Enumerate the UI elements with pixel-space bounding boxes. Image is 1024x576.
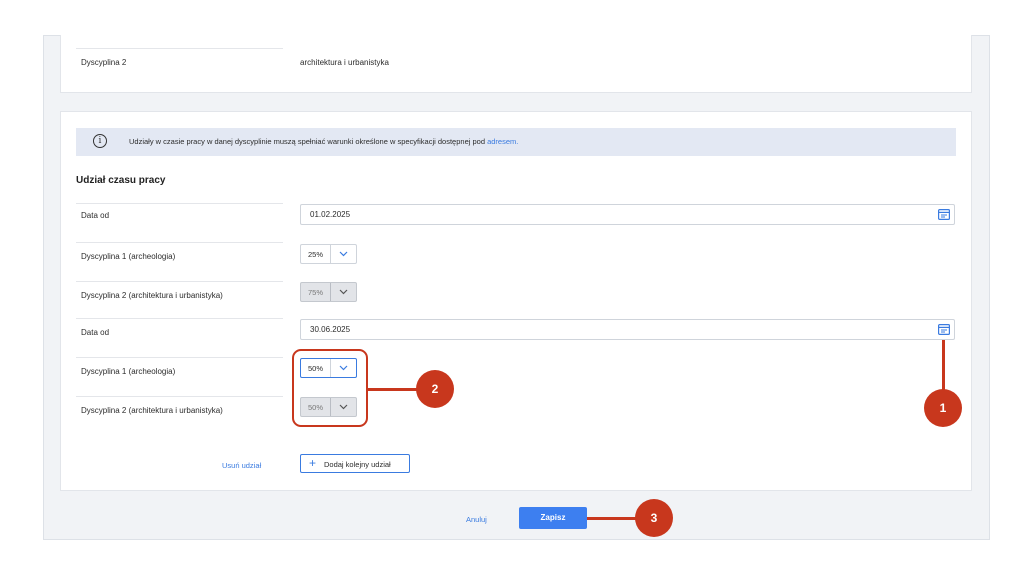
- discipline-2-label: Dyscyplina 2 (architektura i urbanistyka…: [81, 406, 223, 415]
- discipline-2-label: Dyscyplina 2: [81, 58, 127, 67]
- row-divider: [76, 357, 283, 358]
- remove-share-link[interactable]: Usuń udział: [222, 461, 261, 470]
- discipline-summary-card: [60, 35, 972, 93]
- info-message: Udziały w czasie pracy w danej dyscyplin…: [129, 137, 488, 146]
- date-from-label: Data od: [81, 328, 110, 337]
- row-divider: [76, 203, 283, 204]
- select-divider: [330, 245, 331, 263]
- chevron-down-icon: [339, 289, 348, 295]
- date-from-input[interactable]: 30.06.2025: [300, 319, 955, 340]
- calendar-button[interactable]: [934, 205, 954, 224]
- chevron-down-icon: [339, 251, 348, 257]
- section-title: Udział czasu pracy: [76, 175, 166, 186]
- select-divider: [330, 283, 331, 301]
- info-text: Udziały w czasie pracy w danej dyscyplin…: [129, 137, 518, 146]
- plus-icon: +: [309, 456, 317, 470]
- info-address-link[interactable]: adresem.: [487, 137, 518, 146]
- discipline-2-label: Dyscyplina 2 (architektura i urbanistyka…: [81, 291, 223, 300]
- callout-connector: [587, 517, 637, 520]
- add-share-button[interactable]: + Dodaj kolejny udział: [300, 454, 410, 473]
- discipline-1-label: Dyscyplina 1 (archeologia): [81, 367, 176, 376]
- callout-badge-3: 3: [635, 499, 673, 537]
- callout-connector: [942, 340, 945, 392]
- row-divider: [76, 281, 283, 282]
- discipline-2-value: architektura i urbanistyka: [300, 58, 389, 67]
- discipline-1-label: Dyscyplina 1 (archeologia): [81, 252, 176, 261]
- info-icon: i: [93, 134, 107, 148]
- row-divider: [76, 48, 283, 49]
- add-share-label: Dodaj kolejny udział: [324, 460, 391, 469]
- calendar-icon: [938, 324, 950, 335]
- discipline-1-share-select[interactable]: 25%: [300, 244, 357, 264]
- calendar-button[interactable]: [934, 320, 954, 339]
- date-from-input[interactable]: 01.02.2025: [300, 204, 955, 225]
- date-from-label: Data od: [81, 211, 110, 220]
- row-divider: [76, 396, 283, 397]
- date-from-value: 01.02.2025: [310, 210, 351, 219]
- cancel-link[interactable]: Anuluj: [466, 515, 487, 524]
- row-divider: [76, 242, 283, 243]
- work-share-card: [60, 111, 972, 491]
- select-value: 25%: [308, 250, 324, 259]
- row-divider: [76, 318, 283, 319]
- callout-badge-2: 2: [416, 370, 454, 408]
- select-value: 75%: [308, 288, 324, 297]
- calendar-icon: [938, 209, 950, 220]
- callout-connector: [368, 388, 418, 391]
- discipline-2-share-select: 75%: [300, 282, 357, 302]
- date-from-value: 30.06.2025: [310, 325, 351, 334]
- callout-badge-1: 1: [924, 389, 962, 427]
- save-button[interactable]: Zapisz: [519, 507, 587, 529]
- highlight-box: [292, 349, 368, 427]
